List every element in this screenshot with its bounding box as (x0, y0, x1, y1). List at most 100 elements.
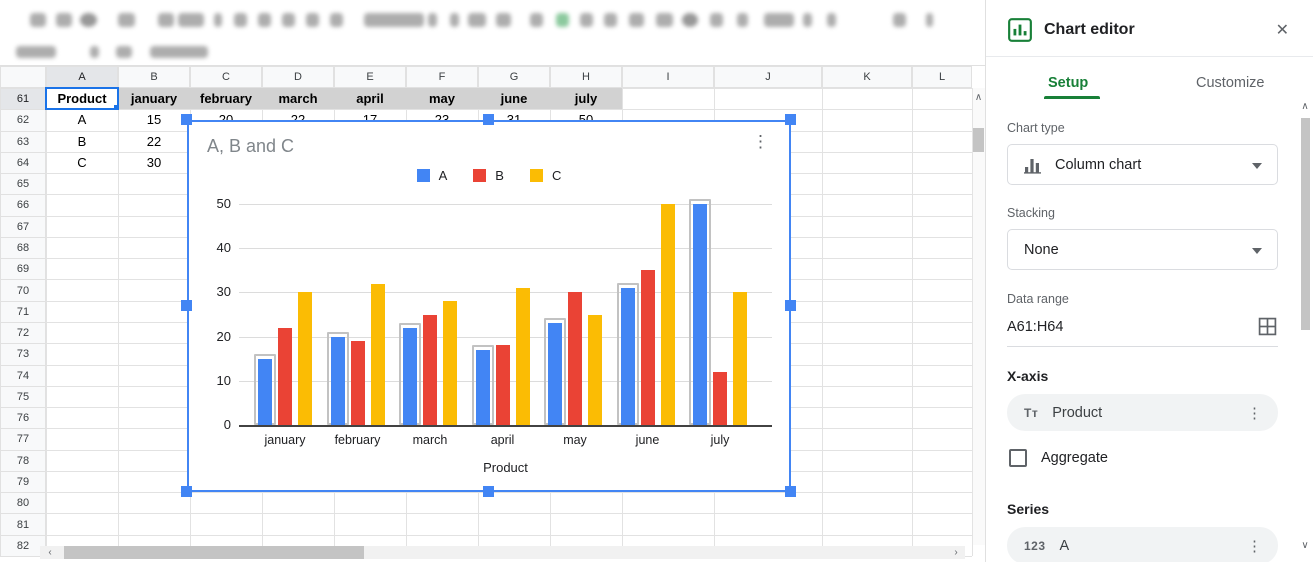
chart-resize-handle[interactable] (785, 300, 796, 311)
cell-header[interactable]: march (262, 88, 334, 109)
divider (1007, 346, 1278, 347)
chart-resize-handle[interactable] (785, 486, 796, 497)
row-header-74[interactable]: 74 (0, 365, 46, 387)
bar-c-february (371, 284, 385, 425)
embedded-chart[interactable]: A, B and C ⋮ ABC 01020304050januaryfebru… (187, 120, 791, 492)
stacking-select[interactable]: None (1007, 229, 1278, 270)
scroll-right-icon[interactable]: › (950, 548, 962, 558)
scroll-left-icon[interactable]: ‹ (44, 548, 56, 558)
aggregate-label: Aggregate (1041, 450, 1108, 466)
cell-header[interactable]: july (550, 88, 622, 109)
row-header-66[interactable]: 66 (0, 194, 46, 216)
column-header-E[interactable]: E (334, 66, 406, 88)
cell[interactable]: C (46, 152, 118, 173)
row-header-65[interactable]: 65 (0, 173, 46, 195)
column-header-D[interactable]: D (262, 66, 334, 88)
column-header-F[interactable]: F (406, 66, 478, 88)
cell-header[interactable]: february (190, 88, 262, 109)
chart-type-select[interactable]: Column chart (1007, 144, 1278, 185)
x-axis-section-header: X-axis (1007, 368, 1048, 384)
panel-scroll-down-icon[interactable]: ∨ (1300, 541, 1310, 551)
x-tick-label: january (245, 433, 325, 447)
row-header-80[interactable]: 80 (0, 492, 46, 514)
legend-item: A (417, 168, 448, 183)
chart-resize-handle[interactable] (483, 114, 494, 125)
cell[interactable]: A (46, 109, 118, 130)
close-icon[interactable]: ✕ (1276, 20, 1289, 40)
row-header-70[interactable]: 70 (0, 279, 46, 301)
row-header-78[interactable]: 78 (0, 450, 46, 472)
column-header-L[interactable]: L (912, 66, 972, 88)
legend-swatch (417, 169, 430, 182)
panel-scrollbar-thumb[interactable] (1301, 118, 1310, 330)
cell-header[interactable]: january (118, 88, 190, 109)
row-header-76[interactable]: 76 (0, 407, 46, 429)
x-tick-label: june (608, 433, 688, 447)
series-menu-icon[interactable]: ⋮ (1247, 537, 1262, 555)
column-header-H[interactable]: H (550, 66, 622, 88)
cell[interactable]: 30 (118, 152, 190, 173)
row-header-71[interactable]: 71 (0, 301, 46, 323)
cell[interactable]: B (46, 131, 118, 152)
tab-setup[interactable]: Setup (1048, 75, 1088, 91)
panel-title: Chart editor (1044, 21, 1135, 39)
sheet-hscroll-thumb[interactable] (64, 546, 364, 559)
column-header-B[interactable]: B (118, 66, 190, 88)
row-header-63[interactable]: 63 (0, 131, 46, 153)
row-header-64[interactable]: 64 (0, 152, 46, 174)
row-header-75[interactable]: 75 (0, 386, 46, 408)
x-tick-label: may (535, 433, 615, 447)
row-header-62[interactable]: 62 (0, 109, 46, 131)
select-all-corner[interactable] (0, 66, 46, 88)
row-header-61[interactable]: 61 (0, 88, 46, 110)
cell[interactable]: 22 (118, 131, 190, 152)
aggregate-checkbox[interactable] (1009, 449, 1027, 467)
tab-customize[interactable]: Customize (1196, 75, 1265, 91)
chart-options-menu-icon[interactable]: ⋮ (752, 132, 769, 152)
x-axis-menu-icon[interactable]: ⋮ (1247, 404, 1262, 422)
y-tick-label: 30 (191, 284, 231, 299)
x-axis-field[interactable]: Tт Product ⋮ (1007, 394, 1278, 431)
row-header-68[interactable]: 68 (0, 237, 46, 259)
panel-scroll-up-icon[interactable]: ∧ (1300, 102, 1310, 112)
bar-a-april (476, 350, 490, 425)
cell-header[interactable]: may (406, 88, 478, 109)
row-header-77[interactable]: 77 (0, 428, 46, 450)
column-chart-icon (1023, 156, 1043, 174)
row-header-67[interactable]: 67 (0, 216, 46, 238)
legend-swatch (530, 169, 543, 182)
active-cell-a61[interactable]: Product (45, 87, 119, 110)
column-header-J[interactable]: J (714, 66, 822, 88)
chart-resize-handle[interactable] (181, 114, 192, 125)
select-data-range-icon[interactable] (1258, 317, 1277, 336)
row-header-81[interactable]: 81 (0, 513, 46, 535)
row-header-72[interactable]: 72 (0, 322, 46, 344)
fill-handle[interactable] (113, 104, 119, 110)
cell[interactable]: 15 (118, 109, 190, 130)
column-header-A[interactable]: A (46, 66, 118, 88)
gridline (46, 513, 972, 514)
column-header-G[interactable]: G (478, 66, 550, 88)
column-header-C[interactable]: C (190, 66, 262, 88)
chart-resize-handle[interactable] (181, 486, 192, 497)
row-header-73[interactable]: 73 (0, 343, 46, 365)
bar-a-january (258, 359, 272, 425)
row-header-79[interactable]: 79 (0, 471, 46, 493)
row-header-69[interactable]: 69 (0, 258, 46, 280)
sheet-vertical-scrollbar[interactable] (972, 88, 985, 545)
column-header-K[interactable]: K (822, 66, 912, 88)
series-value: A (1060, 538, 1070, 554)
bar-a-june (621, 288, 635, 425)
series-item-a[interactable]: 123 A ⋮ (1007, 527, 1278, 562)
data-range-value[interactable]: A61:H64 (1007, 319, 1063, 335)
chart-resize-handle[interactable] (181, 300, 192, 311)
cell-header[interactable]: april (334, 88, 406, 109)
chart-resize-handle[interactable] (483, 486, 494, 497)
chart-resize-handle[interactable] (785, 114, 796, 125)
column-header-I[interactable]: I (622, 66, 714, 88)
sheet-vscroll-thumb[interactable] (973, 128, 984, 152)
cell-header[interactable]: june (478, 88, 550, 109)
legend-label: A (439, 168, 448, 183)
scroll-up-icon[interactable]: ∧ (973, 93, 984, 103)
bar-a-february (331, 337, 345, 425)
